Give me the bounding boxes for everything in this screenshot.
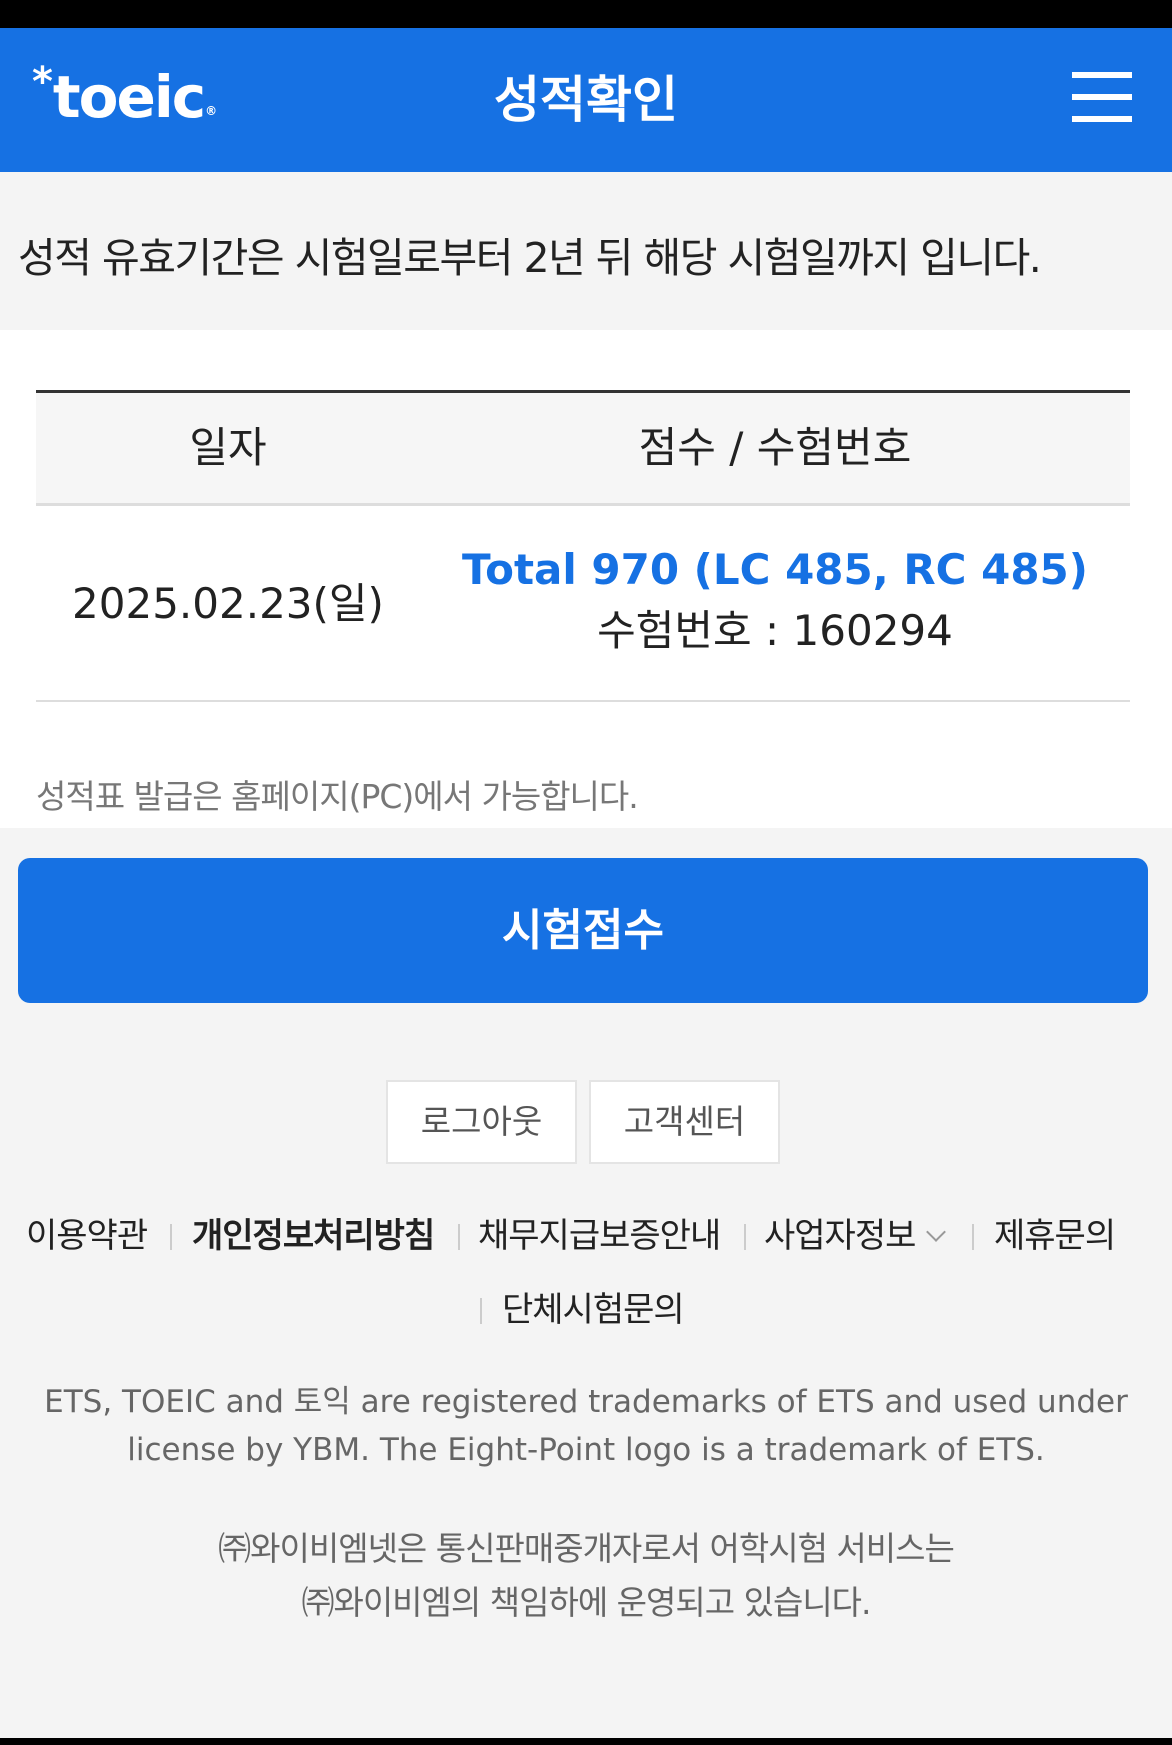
toeic-logo[interactable]: * toeic ® [32,59,217,132]
link-separator [170,1224,172,1250]
link-separator [972,1224,974,1250]
company-line-1: ㈜와이비엠넷은 통신판매중개자로서 어학시험 서비스는 [218,1529,955,1568]
exam-register-button[interactable]: 시험접수 [18,858,1148,1003]
logout-button[interactable]: 로그아웃 [386,1080,577,1164]
business-info-label: 사업자정보 [764,1216,916,1256]
logo-text: toeic [52,63,206,131]
group-exam-inquiry-link[interactable]: 단체시험문의 [502,1282,685,1338]
table-header: 일자 점수 / 수험번호 [36,390,1130,506]
total-score-link[interactable]: Total 970 (LC 485, RC 485) [420,542,1130,598]
terms-link[interactable]: 이용약관 [26,1208,148,1264]
page: * toeic ® 성적확인 성적 유효기간은 시험일로부터 2년 뒤 해당 시… [0,0,1172,1745]
table-row: 2025.02.23(일) Total 970 (LC 485, RC 485)… [36,506,1130,702]
link-separator [480,1298,482,1324]
customer-center-button[interactable]: 고객센터 [589,1080,780,1164]
company-notice: ㈜와이비엠넷은 통신판매중개자로서 어학시험 서비스는 ㈜와이비엠의 책임하에 … [20,1522,1152,1630]
footer-links: 이용약관 개인정보처리방침 채무지급보증안내 사업자정보 제휴문의 [0,1208,1172,1264]
score-cell: Total 970 (LC 485, RC 485) 수험번호 : 160294 [420,542,1130,664]
chevron-down-icon [926,1222,947,1242]
footer-links-row2: 단체시험문의 [0,1282,1172,1338]
score-card: 일자 점수 / 수험번호 2025.02.23(일) Total 970 (LC… [0,330,1172,828]
account-buttons: 로그아웃 고객센터 [0,1080,1172,1164]
validity-notice: 성적 유효기간은 시험일로부터 2년 뒤 해당 시험일까지 입니다. [18,234,1042,282]
certificate-note: 성적표 발급은 홈페이지(PC)에서 가능합니다. [36,777,639,816]
privacy-policy-link[interactable]: 개인정보처리방침 [192,1208,435,1264]
top-header: * toeic ® 성적확인 [0,28,1172,172]
logo-registered-mark: ® [205,104,217,118]
company-line-2: ㈜와이비엠의 책임하에 운영되고 있습니다. [301,1583,871,1622]
column-header-date: 일자 [189,423,267,472]
link-separator [458,1224,460,1250]
exam-date: 2025.02.23(일) [72,579,384,628]
menu-line [1072,72,1132,78]
logo-star-icon: * [32,59,53,105]
column-header-score: 점수 / 수험번호 [638,423,912,472]
menu-line [1072,94,1132,100]
hamburger-menu-icon[interactable] [1064,66,1134,136]
link-separator [744,1224,746,1250]
score-table: 일자 점수 / 수험번호 2025.02.23(일) Total 970 (LC… [36,390,1130,702]
debt-guarantee-link[interactable]: 채무지급보증안내 [478,1208,721,1264]
partnership-link[interactable]: 제휴문의 [994,1208,1116,1264]
business-info-link[interactable]: 사업자정보 [764,1208,947,1264]
menu-line [1072,116,1132,122]
app-screen: * toeic ® 성적확인 성적 유효기간은 시험일로부터 2년 뒤 해당 시… [0,28,1172,1738]
exam-number: 수험번호 : 160294 [597,606,953,655]
trademark-text: ETS, TOEIC and 토익 are registered tradema… [44,1384,1128,1468]
